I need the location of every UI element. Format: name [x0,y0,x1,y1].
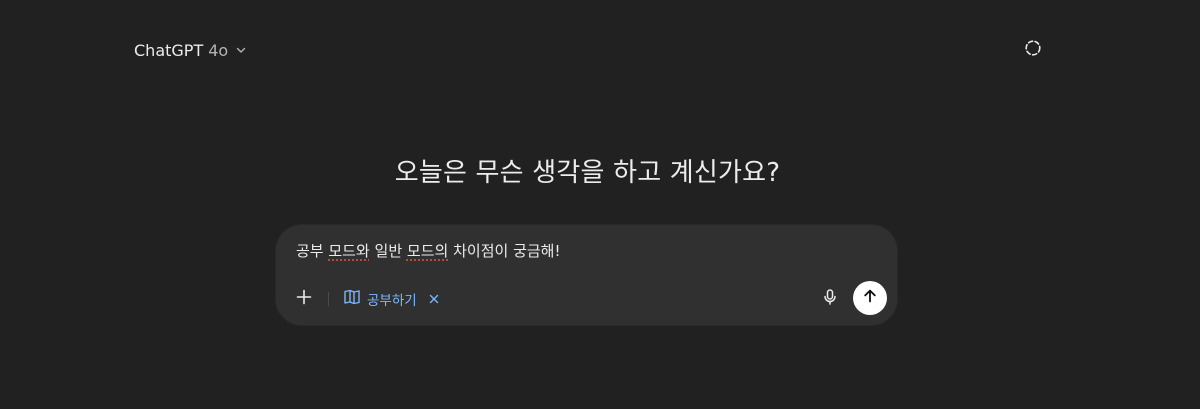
toolbar-divider [328,292,329,306]
study-mode-label: 공부하기 [367,293,417,309]
prompt-segment-misspelled: 모드와 [328,242,370,260]
add-button[interactable] [292,287,316,311]
voice-input-button[interactable] [817,286,843,312]
prompt-segment: 공부 [296,242,329,260]
study-mode-chip[interactable]: 공부하기 [343,288,442,310]
plus-icon [295,288,313,310]
close-icon[interactable] [426,291,442,307]
prompt-segment: 일반 [369,242,407,260]
chevron-down-icon [235,44,247,56]
dashed-circle-icon [1024,39,1042,61]
temporary-chat-button[interactable] [1017,34,1049,66]
model-selector[interactable]: ChatGPT 4o [126,34,255,66]
model-version: 4o [208,40,229,60]
microphone-icon [821,288,839,310]
prompt-input[interactable]: 공부 모드와 일반 모드의 차이점이 궁금해! [296,240,560,261]
composer: 공부 모드와 일반 모드의 차이점이 궁금해! 공부하기 [276,225,897,325]
page-title: 오늘은 무슨 생각을 하고 계신가요? [394,158,781,188]
prompt-segment-misspelled: 모드의 [406,242,449,260]
model-name: ChatGPT [134,40,204,60]
prompt-segment: 차이점이 궁금해! [448,242,561,260]
arrow-up-icon [862,288,878,308]
composer-toolbar: 공부하기 [292,286,442,312]
chat-page: ChatGPT 4o 오늘은 무슨 생각을 하고 계신가요? 공부 모드와 일반… [0,0,1200,409]
book-open-icon [343,288,361,310]
send-button[interactable] [853,281,887,315]
